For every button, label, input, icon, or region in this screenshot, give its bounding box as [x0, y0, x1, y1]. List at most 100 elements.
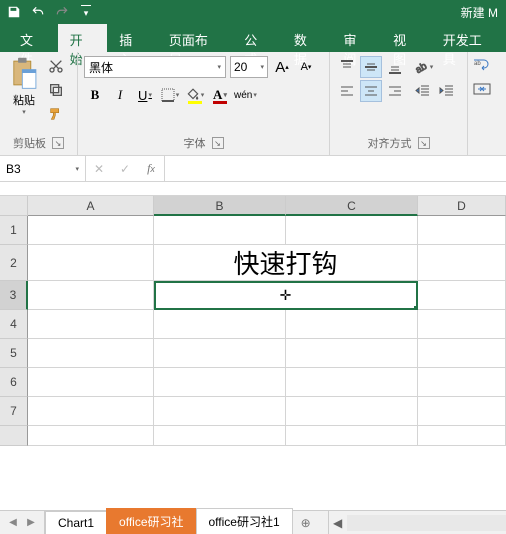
paste-button[interactable]: 粘贴 ▾ [6, 56, 42, 116]
sheet-nav-prev[interactable]: ◀ [6, 516, 20, 530]
tab-insert[interactable]: 插入 [107, 24, 157, 52]
cell-C8[interactable] [286, 426, 418, 446]
grow-font-button[interactable]: A▴ [272, 56, 292, 78]
font-dialog-launcher[interactable]: ↘ [212, 137, 224, 149]
phonetic-guide-button[interactable]: wén▾ [234, 84, 257, 106]
sheet-nav-next[interactable]: ▶ [24, 516, 38, 530]
clipboard-dialog-launcher[interactable]: ↘ [52, 137, 64, 149]
cell-B4[interactable] [154, 310, 286, 339]
sheet-tab-chart1[interactable]: Chart1 [45, 511, 107, 534]
save-button[interactable] [4, 2, 24, 22]
worksheet-grid[interactable]: A B C D 1 2 快速打钩 3 ✛ 4 [0, 196, 506, 446]
align-center-button[interactable] [360, 80, 382, 102]
fill-color-button[interactable]: ▾ [184, 84, 206, 106]
formula-input[interactable] [165, 156, 506, 181]
row-header-7[interactable]: 7 [0, 397, 28, 426]
cell-D4[interactable] [418, 310, 506, 339]
insert-function-button[interactable]: fx [138, 156, 164, 181]
cell-A7[interactable] [28, 397, 154, 426]
cancel-edit-button[interactable]: ✕ [86, 156, 112, 181]
row-header-1[interactable]: 1 [0, 216, 28, 245]
cell-D5[interactable] [418, 339, 506, 368]
align-bottom-button[interactable] [384, 56, 406, 78]
confirm-edit-button[interactable]: ✓ [112, 156, 138, 181]
format-painter-button[interactable] [46, 104, 66, 124]
redo-button[interactable] [52, 2, 72, 22]
row-header-3[interactable]: 3 [0, 281, 28, 310]
row-header-8-partial[interactable] [0, 426, 28, 446]
row-header-6[interactable]: 6 [0, 368, 28, 397]
underline-button[interactable]: U▾ [134, 84, 156, 106]
align-left-button[interactable] [336, 80, 358, 102]
italic-button[interactable]: I [109, 84, 131, 106]
font-color-button[interactable]: A▾ [209, 84, 231, 106]
font-name-combo[interactable]: 黑体▾ [84, 56, 226, 78]
cell-A5[interactable] [28, 339, 154, 368]
increase-indent-button[interactable] [436, 80, 458, 102]
cell-D8[interactable] [418, 426, 506, 446]
col-header-C[interactable]: C [286, 196, 418, 216]
cell-D7[interactable] [418, 397, 506, 426]
orientation-button[interactable]: ab▾ [412, 56, 434, 78]
cell-A1[interactable] [28, 216, 154, 245]
decrease-indent-button[interactable] [412, 80, 434, 102]
cell-A8[interactable] [28, 426, 154, 446]
tab-view[interactable]: 视图 [381, 24, 431, 52]
cell-B1[interactable] [154, 216, 286, 245]
sheet-tab-office1[interactable]: office研习社1 [196, 508, 293, 534]
cell-A3[interactable] [28, 281, 154, 310]
tab-review[interactable]: 审阅 [331, 24, 381, 52]
col-header-D[interactable]: D [418, 196, 506, 216]
select-all-corner[interactable] [0, 196, 28, 216]
hscroll-left[interactable]: ◀ [329, 514, 347, 532]
horizontal-scrollbar[interactable]: ◀ [328, 511, 506, 534]
font-size-combo[interactable]: 20▾ [230, 56, 268, 78]
cell-C7[interactable] [286, 397, 418, 426]
bold-button[interactable]: B [84, 84, 106, 106]
cell-B6[interactable] [154, 368, 286, 397]
alignment-dialog-launcher[interactable]: ↘ [418, 137, 430, 149]
cell-C5[interactable] [286, 339, 418, 368]
undo-button[interactable] [28, 2, 48, 22]
cell-A4[interactable] [28, 310, 154, 339]
align-middle-button[interactable] [360, 56, 382, 78]
align-right-button[interactable] [384, 80, 406, 102]
align-top-button[interactable] [336, 56, 358, 78]
cell-C1[interactable] [286, 216, 418, 245]
cell-D1[interactable] [418, 216, 506, 245]
merge-center-button[interactable] [472, 80, 492, 98]
col-header-B[interactable]: B [154, 196, 286, 216]
hscroll-track[interactable] [347, 515, 506, 531]
cell-B3-merged[interactable]: ✛ [154, 281, 418, 310]
copy-button[interactable] [46, 80, 66, 100]
cell-B2-merged[interactable]: 快速打钩 [154, 245, 418, 281]
cell-C4[interactable] [286, 310, 418, 339]
cell-A2[interactable] [28, 245, 154, 281]
cell-C6[interactable] [286, 368, 418, 397]
cell-D6[interactable] [418, 368, 506, 397]
col-header-A[interactable]: A [28, 196, 154, 216]
tab-file[interactable]: 文件 [8, 24, 58, 52]
sheet-tab-active[interactable]: office研习社 [106, 508, 196, 534]
qat-customize-button[interactable]: ▾ [76, 2, 96, 22]
tab-data[interactable]: 数据 [282, 24, 332, 52]
row-header-4[interactable]: 4 [0, 310, 28, 339]
new-sheet-button[interactable]: ⊕ [292, 511, 320, 534]
border-button[interactable]: ▾ [159, 84, 181, 106]
cell-B8[interactable] [154, 426, 286, 446]
cell-B7[interactable] [154, 397, 286, 426]
name-box[interactable]: B3 ▾ [0, 156, 86, 181]
cell-D3[interactable] [418, 281, 506, 310]
wrap-text-button[interactable]: ab [472, 56, 492, 74]
cell-B5[interactable] [154, 339, 286, 368]
tab-formulas[interactable]: 公式 [232, 24, 282, 52]
tab-developer[interactable]: 开发工具 [431, 24, 506, 52]
cut-button[interactable] [46, 56, 66, 76]
cell-A6[interactable] [28, 368, 154, 397]
tab-page-layout[interactable]: 页面布局 [157, 24, 232, 52]
shrink-font-button[interactable]: A▾ [296, 56, 316, 78]
row-header-5[interactable]: 5 [0, 339, 28, 368]
tab-home[interactable]: 开始 [58, 24, 108, 52]
row-header-2[interactable]: 2 [0, 245, 28, 281]
cell-D2[interactable] [418, 245, 506, 281]
